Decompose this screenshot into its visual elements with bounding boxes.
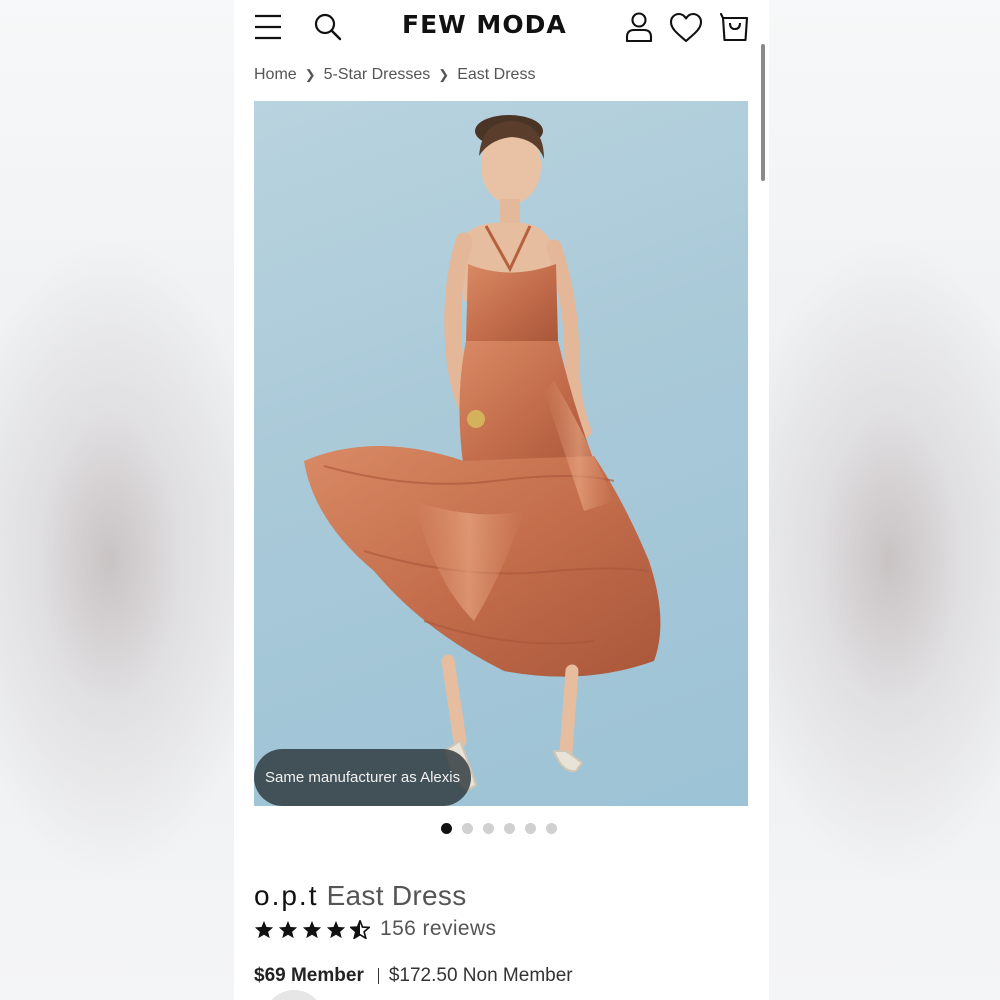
chevron-right-icon: ❯ bbox=[304, 67, 316, 82]
bag-icon[interactable] bbox=[720, 12, 750, 42]
gallery-dot-5[interactable] bbox=[525, 823, 536, 834]
phone-screen: FEW MODA Home ❯ 5-Star Dresses ❯ East Dr… bbox=[234, 0, 769, 1000]
search-icon[interactable] bbox=[314, 13, 342, 41]
product-price: $69 Member $172.50 Non Member bbox=[254, 965, 573, 987]
product-image[interactable]: Same manufacturer as Alexis bbox=[254, 101, 748, 806]
gallery-dot-4[interactable] bbox=[504, 823, 515, 834]
dress-model-illustration bbox=[304, 115, 661, 793]
site-logo[interactable]: FEW MODA bbox=[402, 10, 567, 39]
account-icon[interactable] bbox=[625, 12, 653, 42]
heart-icon[interactable] bbox=[669, 12, 703, 43]
gallery-dot-6[interactable] bbox=[546, 823, 557, 834]
product-name: East Dress bbox=[326, 880, 467, 911]
star-full-icon bbox=[326, 920, 346, 938]
breadcrumb-home[interactable]: Home bbox=[254, 66, 297, 84]
breadcrumb-current[interactable]: East Dress bbox=[457, 66, 535, 84]
product-brand[interactable]: o.p.t bbox=[254, 880, 318, 911]
manufacturer-badge: Same manufacturer as Alexis bbox=[254, 749, 472, 806]
menu-icon[interactable] bbox=[254, 14, 282, 40]
star-half-icon bbox=[350, 919, 370, 939]
site-header: FEW MODA bbox=[234, 0, 769, 56]
breadcrumb: Home ❯ 5-Star Dresses ❯ East Dress bbox=[254, 66, 535, 84]
reviews-link[interactable]: 156 reviews bbox=[380, 917, 496, 941]
non-member-price: $172.50 Non Member bbox=[388, 965, 573, 986]
gallery-dot-3[interactable] bbox=[483, 823, 494, 834]
chevron-right-icon: ❯ bbox=[438, 67, 450, 82]
product-title: o.p.t East Dress bbox=[254, 880, 467, 912]
member-price: $69 Member bbox=[254, 965, 364, 986]
price-divider bbox=[377, 968, 379, 984]
gallery-dot-2[interactable] bbox=[462, 823, 473, 834]
star-full-icon bbox=[302, 920, 322, 938]
gallery-pagination bbox=[441, 823, 557, 834]
star-full-icon bbox=[278, 920, 298, 938]
product-rating[interactable]: 156 reviews bbox=[254, 917, 496, 941]
star-full-icon bbox=[254, 920, 274, 938]
scrollbar[interactable] bbox=[761, 44, 765, 181]
breadcrumb-category[interactable]: 5-Star Dresses bbox=[324, 66, 431, 84]
avatar bbox=[264, 990, 324, 1000]
gallery-dot-1[interactable] bbox=[441, 823, 452, 834]
